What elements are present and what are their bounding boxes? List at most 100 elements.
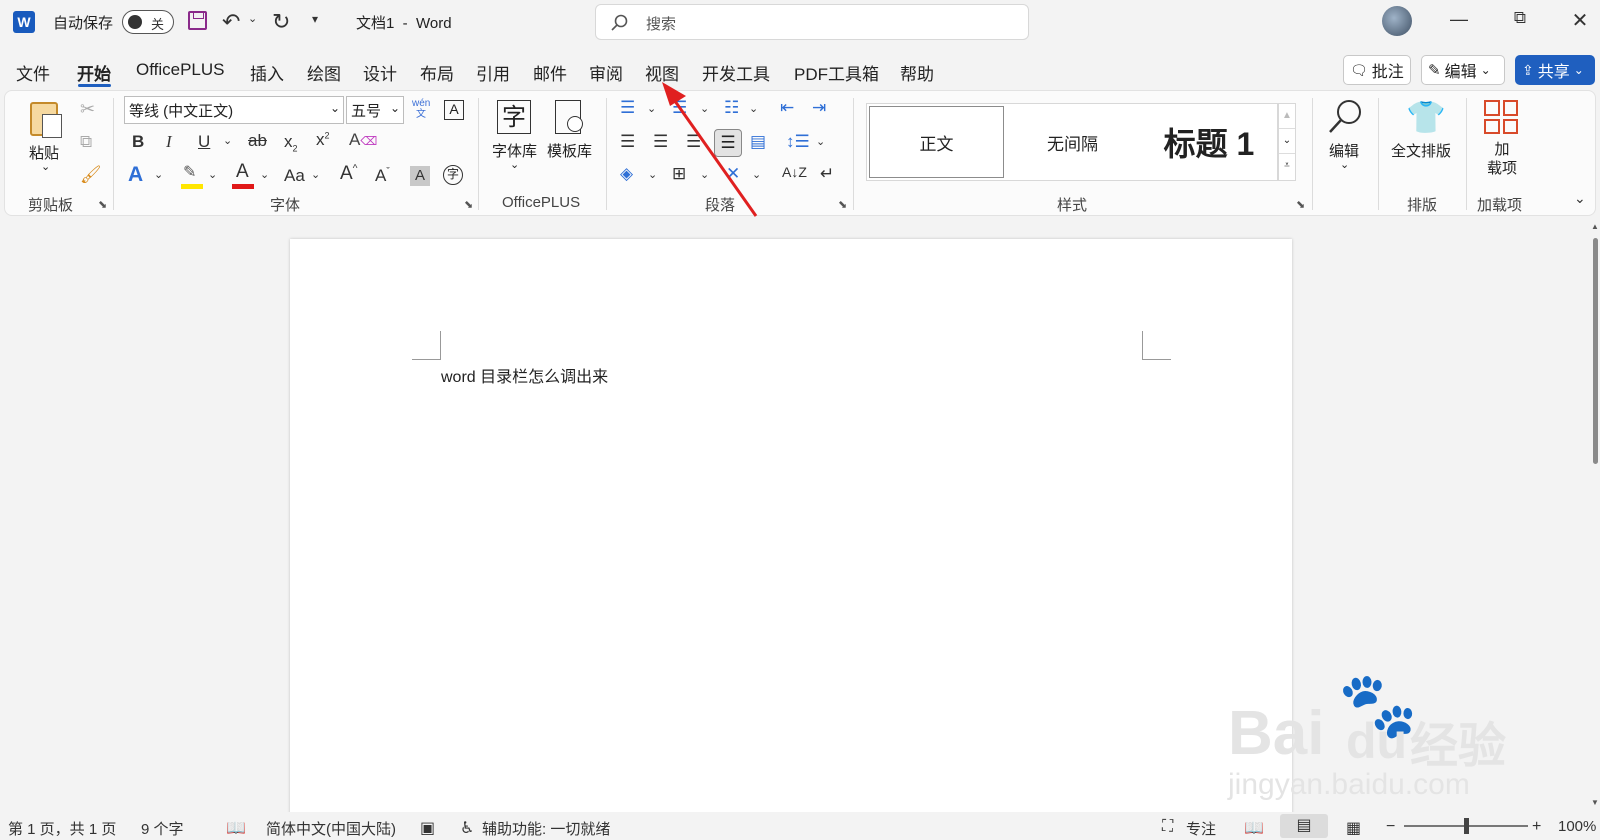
font-name-select[interactable]: 等线 (中文正文) ⌄ — [124, 96, 344, 124]
autosave-toggle[interactable]: 关 — [122, 10, 174, 34]
restore-icon[interactable]: ⧉ — [1500, 8, 1540, 28]
save-icon[interactable] — [188, 11, 207, 30]
tab-layout[interactable]: 布局 — [420, 60, 454, 85]
page-count[interactable]: 第 1 页，共 1 页 — [8, 818, 116, 839]
dialog-launcher-icon[interactable]: ⬊ — [464, 198, 473, 211]
scroll-up-icon[interactable]: ▲ — [1279, 104, 1295, 128]
subscript-icon[interactable]: x2 — [284, 132, 298, 153]
align-left-icon[interactable]: ☰ — [620, 132, 635, 152]
scroll-down-icon[interactable]: ▼ — [1591, 798, 1599, 807]
scroll-thumb[interactable] — [1593, 238, 1598, 464]
change-case-icon[interactable]: Aa — [284, 166, 305, 186]
dialog-launcher-icon[interactable]: ⬊ — [838, 198, 847, 211]
underline-icon[interactable]: U — [198, 132, 210, 152]
search-box[interactable]: 搜索 — [595, 4, 1029, 40]
chevron-down-icon[interactable]: ⌄ — [816, 135, 825, 148]
tab-insert[interactable]: 插入 — [250, 60, 284, 85]
text-effects-icon[interactable]: A — [128, 163, 143, 187]
zoom-level[interactable]: 100% — [1558, 818, 1596, 835]
cut-icon[interactable]: ✂ — [80, 99, 95, 120]
undo-dropdown-icon[interactable]: ⌄ — [248, 12, 257, 25]
chevron-down-icon[interactable]: ⌄ — [260, 168, 269, 181]
phonetic-guide-icon[interactable]: wén 文 — [412, 98, 430, 124]
font-color-icon[interactable]: A — [232, 161, 254, 189]
enclose-characters-icon[interactable]: 字 — [443, 165, 463, 185]
shrink-font-icon[interactable]: Aˇ — [375, 166, 390, 186]
redo-icon[interactable]: ↻ — [272, 9, 290, 35]
addins-button[interactable]: 加 载项 — [1476, 96, 1528, 180]
character-border-icon[interactable]: A — [444, 100, 464, 120]
zoom-in-icon[interactable]: + — [1532, 818, 1541, 836]
sort-icon[interactable]: A↓Z — [782, 164, 807, 180]
font-library-button[interactable]: 字 字体库 ⌄ — [490, 98, 540, 178]
bold-icon[interactable]: B — [132, 132, 144, 152]
tab-officeplus[interactable]: OfficePLUS — [136, 60, 225, 80]
undo-icon[interactable]: ↶ — [222, 9, 240, 35]
tab-draw[interactable]: 绘图 — [307, 60, 341, 85]
tab-review[interactable]: 审阅 — [589, 60, 623, 85]
tab-mailings[interactable]: 邮件 — [533, 60, 567, 85]
scroll-up-icon[interactable]: ▲ — [1591, 222, 1599, 231]
document-text[interactable]: word 目录栏怎么调出来 — [441, 363, 608, 387]
dialog-launcher-icon[interactable]: ⬊ — [1296, 198, 1305, 211]
focus-mode[interactable]: 专注 — [1186, 818, 1216, 839]
dialog-launcher-icon[interactable]: ⬊ — [98, 198, 107, 211]
font-size-select[interactable]: 五号 ⌄ — [346, 96, 404, 124]
character-shading-icon[interactable]: A — [410, 166, 430, 186]
more-styles-icon[interactable]: ⩡ — [1279, 153, 1295, 178]
decrease-indent-icon[interactable]: ⇤ — [780, 98, 794, 118]
full-text-layout-button[interactable]: 👕 全文排版 — [1388, 96, 1458, 180]
scroll-down-icon[interactable]: ⌄ — [1279, 128, 1295, 153]
grow-font-icon[interactable]: A^ — [340, 163, 357, 185]
editing-button[interactable]: 编辑 ⌄ — [1320, 96, 1370, 180]
copy-icon[interactable]: ⧉ — [80, 132, 92, 152]
styles-scroll[interactable]: ▲ ⌄ ⩡ — [1278, 103, 1296, 181]
editing-mode-button[interactable]: ✎ 编辑 ⌄ — [1421, 55, 1505, 85]
user-avatar[interactable] — [1382, 6, 1412, 36]
increase-indent-icon[interactable]: ⇥ — [812, 98, 826, 118]
close-icon[interactable]: ✕ — [1560, 8, 1600, 33]
word-count[interactable]: 9 个字 — [141, 818, 184, 839]
read-mode-icon[interactable]: 📖 — [1244, 818, 1264, 838]
zoom-slider-thumb[interactable] — [1464, 818, 1469, 834]
highlight-color-icon[interactable]: ✎ — [181, 164, 203, 189]
italic-icon[interactable]: I — [166, 132, 172, 152]
clear-formatting-icon[interactable]: A⌫ — [349, 130, 377, 150]
style-no-spacing[interactable]: 无间隔 — [1005, 106, 1140, 178]
zoom-out-icon[interactable]: − — [1386, 818, 1395, 836]
chevron-down-icon[interactable]: ⌄ — [223, 134, 232, 147]
share-button[interactable]: ⇪ 共享 ⌄ — [1515, 55, 1595, 85]
comments-button[interactable]: 🗨 批注 — [1343, 55, 1411, 85]
zoom-slider[interactable] — [1404, 818, 1528, 834]
template-library-button[interactable]: 模板库 — [545, 98, 595, 178]
tab-file[interactable]: 文件 — [16, 60, 50, 85]
collapse-ribbon-icon[interactable]: ⌄ — [1574, 190, 1586, 207]
proofing-icon[interactable]: 📖 — [226, 818, 246, 838]
tab-home[interactable]: 开始 — [77, 60, 111, 85]
paste-button[interactable]: 粘贴 ⌄ — [26, 100, 66, 178]
style-normal[interactable]: 正文 — [869, 106, 1004, 178]
minimize-icon[interactable]: — — [1439, 9, 1479, 30]
chevron-down-icon[interactable]: ⌄ — [154, 168, 163, 181]
style-heading-1[interactable]: 标题 1 — [1141, 106, 1277, 178]
tab-design[interactable]: 设计 — [363, 60, 397, 85]
customize-toolbar-icon[interactable]: ▾ — [312, 12, 318, 26]
web-layout-icon[interactable]: ▦ — [1346, 818, 1361, 838]
line-spacing-icon[interactable]: ↕☰ — [786, 132, 810, 152]
tab-help[interactable]: 帮助 — [900, 60, 934, 85]
chevron-down-icon[interactable]: ⌄ — [208, 168, 217, 181]
print-layout-icon[interactable]: ▤ — [1280, 814, 1328, 838]
superscript-icon[interactable]: x2 — [316, 130, 330, 150]
tab-references[interactable]: 引用 — [476, 60, 510, 85]
vertical-scrollbar[interactable]: ▲ ▼ — [1590, 222, 1600, 812]
chevron-down-icon[interactable]: ⌄ — [311, 168, 320, 181]
show-marks-icon[interactable]: ↵ — [820, 164, 834, 184]
tab-pdf-toolbox[interactable]: PDF工具箱 — [794, 60, 879, 85]
format-painter-icon[interactable]: 🖌 — [80, 165, 102, 185]
accessibility-status[interactable]: 辅助功能: 一切就绪 — [482, 818, 610, 839]
shading-icon[interactable]: ◈ — [620, 164, 633, 184]
strikethrough-icon[interactable]: ab — [248, 131, 267, 151]
bullets-icon[interactable]: ☰ — [620, 98, 635, 118]
document-page[interactable]: word 目录栏怎么调出来 — [290, 239, 1292, 819]
track-changes-icon[interactable]: ▣ — [420, 818, 435, 838]
